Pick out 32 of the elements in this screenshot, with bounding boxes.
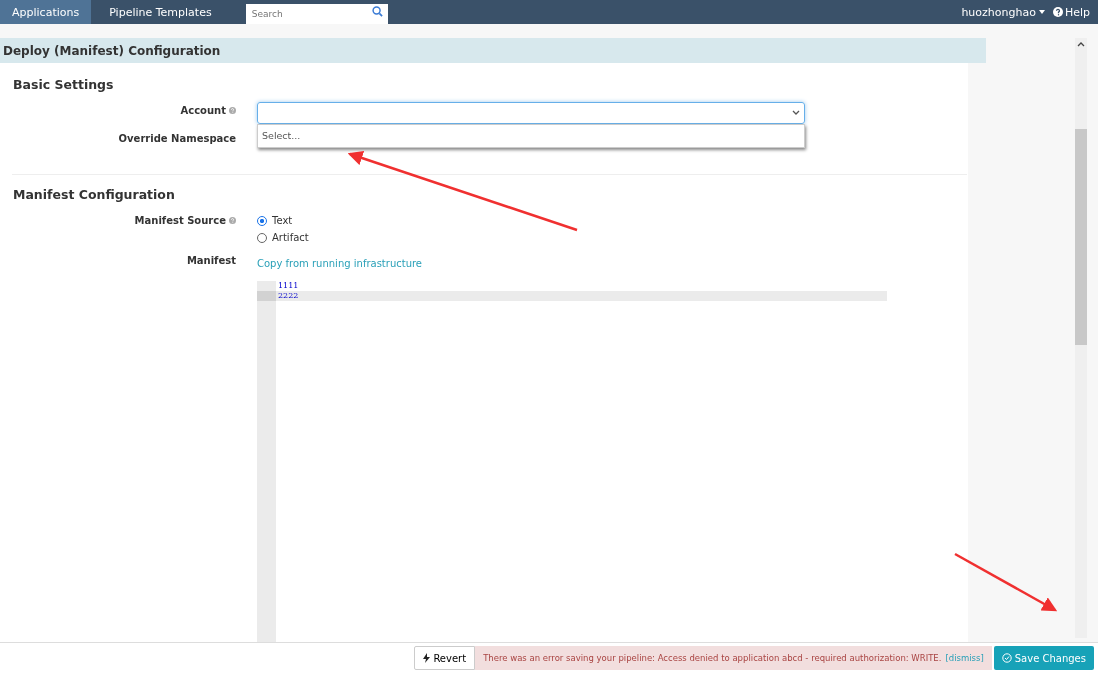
nav-tab[interactable]: Pipeline Templates [97, 0, 224, 24]
code-line: 1111 [277, 281, 300, 291]
revert-button[interactable]: Revert [414, 646, 476, 670]
scrollbar[interactable] [1075, 38, 1087, 638]
panel-title: Deploy (Manifest) Configuration [0, 38, 986, 63]
help-link[interactable]: Help [1064, 5, 1090, 19]
field-label: Account [180, 105, 226, 116]
section-heading: Manifest Configuration [13, 187, 176, 202]
section-heading: Basic Settings [13, 77, 115, 92]
search-icon [371, 6, 383, 17]
nav-tab[interactable]: Applications [0, 0, 92, 24]
chevron-icon [792, 110, 800, 116]
radio-label: Artifact [272, 232, 309, 243]
field-label: Override Namespace [118, 133, 236, 144]
dropdown-option[interactable]: Select... [257, 124, 805, 148]
account-select[interactable] [257, 102, 805, 124]
help-icon [229, 217, 236, 224]
user-menu[interactable]: huozhonghao [961, 5, 1036, 19]
code-editor[interactable]: 1111 2222 [257, 281, 887, 642]
radio-button[interactable] [257, 215, 267, 226]
lightning-icon [423, 653, 431, 663]
scroll-up-icon [1077, 41, 1085, 47]
field-label: Manifest Source [134, 215, 226, 226]
search-field[interactable]: Search [245, 4, 388, 24]
help-icon [229, 107, 236, 114]
error-text: There was an error saving your pipeline: Access denied to application abcd - required authorization: WRITE. [483, 653, 942, 663]
help-icon [1052, 7, 1063, 17]
radio-button[interactable] [257, 232, 267, 243]
check-circle-icon [1001, 653, 1012, 663]
caret-icon [1038, 10, 1045, 14]
radio-label: Text [272, 215, 293, 226]
field-label: Manifest [186, 255, 236, 266]
